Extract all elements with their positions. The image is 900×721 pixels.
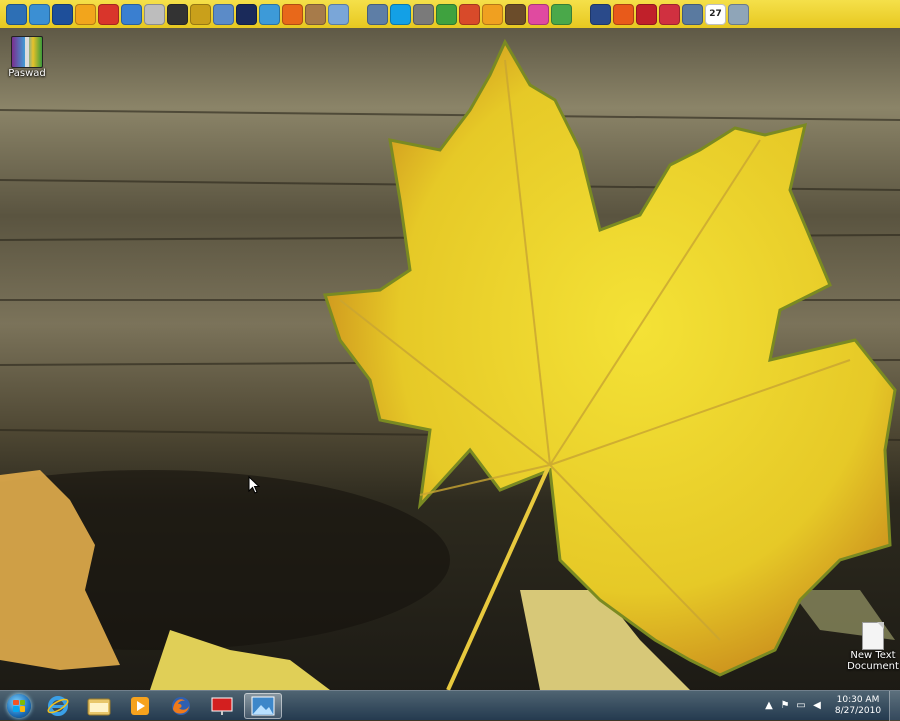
photo-viewer-icon <box>251 696 275 715</box>
internet-explorer-icon <box>47 695 69 716</box>
drive-icon[interactable] <box>413 3 434 25</box>
image-icon[interactable] <box>236 3 257 25</box>
monitor-icon[interactable] <box>52 3 73 25</box>
presentation-icon <box>211 697 233 715</box>
desktop-icon-label: New Text Document <box>847 650 899 672</box>
volume-icon[interactable]: ◀ <box>811 700 823 712</box>
box-icon[interactable] <box>305 3 326 25</box>
desktop-icon-label: Paswad <box>8 68 46 79</box>
disc-icon[interactable] <box>121 3 142 25</box>
taskbar-firefox[interactable] <box>162 693 200 719</box>
action-center-flag-icon[interactable]: ⚑ <box>779 700 791 712</box>
start-button[interactable] <box>2 692 36 720</box>
rar-archive-icon <box>11 36 43 68</box>
network-icon[interactable]: ▭ <box>795 700 807 712</box>
calendar-icon[interactable]: 27 <box>705 3 726 25</box>
taskbar-photo-viewer[interactable] <box>244 692 282 719</box>
network-icon[interactable] <box>29 3 50 25</box>
settings-icon[interactable] <box>682 3 703 25</box>
ccleaner-icon[interactable] <box>98 3 119 25</box>
orange-icon[interactable] <box>613 3 634 25</box>
desktop-icon-paswad[interactable]: Paswad <box>0 36 58 79</box>
windows-explorer-icon <box>87 698 111 715</box>
document-icon[interactable] <box>328 3 349 25</box>
picture-icon[interactable] <box>213 3 234 25</box>
system-tray: ▲ ⚑ ▭ ◀ 10:30 AM 8/27/2010 <box>761 690 900 721</box>
text-document-icon <box>862 622 884 650</box>
desktop-icon-new-text-document[interactable]: New Text Document <box>842 622 900 672</box>
media-icon[interactable] <box>167 3 188 25</box>
show-hidden-icons-icon[interactable]: ▲ <box>763 700 775 712</box>
firefox-icon <box>172 696 190 715</box>
taskbar-internet-explorer[interactable] <box>39 693 77 719</box>
vlc-icon[interactable] <box>482 3 503 25</box>
cd-icon[interactable] <box>144 3 165 25</box>
show-desktop-button[interactable] <box>889 690 900 721</box>
windows-logo-icon <box>7 693 31 718</box>
top-application-dock: 27 <box>0 0 900 28</box>
search-icon[interactable] <box>367 3 388 25</box>
clock-date: 8/27/2010 <box>834 705 882 716</box>
green-icon[interactable] <box>551 3 572 25</box>
clock-time: 10:30 AM <box>836 694 880 705</box>
opera-icon[interactable] <box>259 3 280 25</box>
firefox-icon[interactable] <box>282 3 303 25</box>
computer-icon[interactable] <box>6 3 27 25</box>
folder-icon[interactable] <box>75 3 96 25</box>
desktop-wallpaper <box>0 0 900 720</box>
image2-icon[interactable] <box>590 3 611 25</box>
mouse-pointer-icon <box>248 476 260 494</box>
star-icon[interactable] <box>636 3 657 25</box>
taskbar-windows-explorer[interactable] <box>80 693 118 719</box>
taskbar-presentation[interactable] <box>203 693 241 719</box>
media-player-icon <box>131 696 149 715</box>
taskbar: ▲ ⚑ ▭ ◀ 10:30 AM 8/27/2010 <box>0 690 900 721</box>
archive-icon[interactable] <box>190 3 211 25</box>
skype-icon[interactable] <box>390 3 411 25</box>
recycle-bin-icon[interactable] <box>728 3 749 25</box>
clock[interactable]: 10:30 AM 8/27/2010 <box>831 695 885 717</box>
chrome-icon[interactable] <box>659 3 680 25</box>
pink-icon[interactable] <box>528 3 549 25</box>
red-icon[interactable] <box>459 3 480 25</box>
taskbar-media-player[interactable] <box>121 693 159 719</box>
photo-icon[interactable] <box>505 3 526 25</box>
users-icon[interactable] <box>436 3 457 25</box>
